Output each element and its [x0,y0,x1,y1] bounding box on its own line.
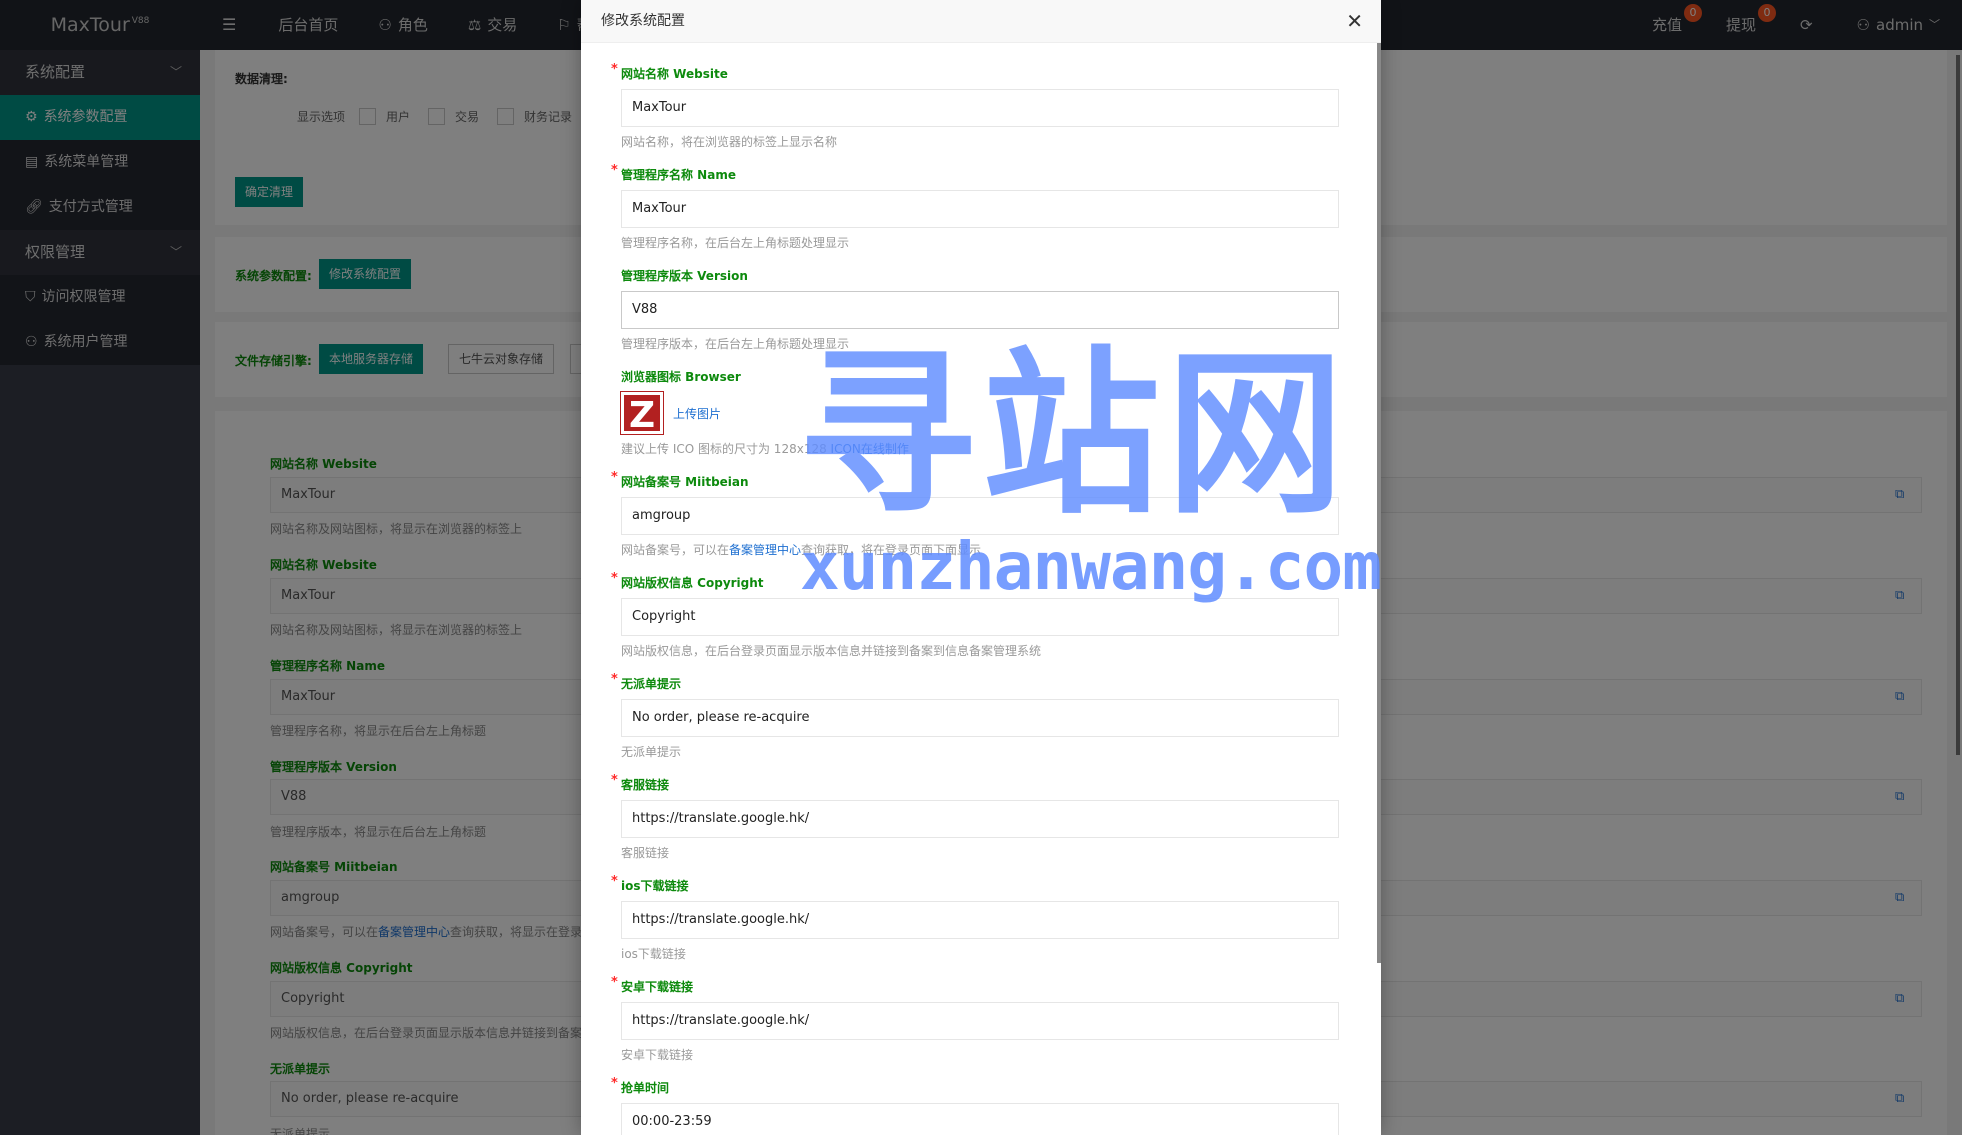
website-input[interactable]: MaxTour [621,89,1339,127]
required-mark: * [611,874,618,889]
android-link-input[interactable]: https://translate.google.hk/ [621,1002,1339,1040]
field-label: * 抢单时间 [611,1076,670,1095]
form-field-no-order: * 无派单提示 No order, please re-acquire 无派单提示 [611,672,1339,760]
edit-config-modal: 修改系统配置 ✕ * 网站名称 Website MaxTour 网站名称，将在浏览… [581,0,1381,1135]
form-field-browser-icon: 浏览器图标 Browser Z 上传图片 建议上传 ICO 图标的尺寸为 128… [620,369,1339,457]
field-help: 客服链接 [621,846,670,860]
form-field-ios-link: * ios下载链接 https://translate.google.hk/ io… [611,874,1339,962]
grab-time-input[interactable]: 00:00-23:59 [621,1103,1339,1135]
field-label: * 管理程序名称 Name [611,163,736,182]
field-help: 管理程序名称，在后台左上角标题处理显示 [621,236,850,250]
required-mark: * [611,1076,618,1091]
field-help: 管理程序版本，在后台左上角标题处理显示 [621,337,850,351]
beian-link[interactable]: 备案管理中心 [729,543,801,557]
service-link-input[interactable]: https://translate.google.hk/ [621,800,1339,838]
app-version-input[interactable]: V88 [621,291,1339,329]
field-label: * 客服链接 [611,773,670,792]
modal-title: 修改系统配置 [601,13,685,29]
form-field-version: 管理程序版本 Version V88 管理程序版本，在后台左上角标题处理显示 [621,268,1339,352]
modal-header: 修改系统配置 ✕ [581,0,1381,43]
field-help: 无派单提示 [621,745,682,759]
field-help: 建议上传 ICO 图标的尺寸为 128x128 ICON在线制作 [621,442,909,456]
icon-maker-link[interactable]: ICON在线制作 [831,442,909,456]
app-name-input[interactable]: MaxTour [621,190,1339,228]
upload-image-link[interactable]: 上传图片 [673,405,721,422]
field-label: 浏览器图标 Browser [621,370,741,384]
field-label: 管理程序版本 Version [621,269,748,283]
copyright-input[interactable]: Copyright [621,598,1339,636]
form-field-website: * 网站名称 Website MaxTour 网站名称，将在浏览器的标签上显示名称 [611,62,1339,150]
close-icon[interactable]: ✕ [1346,0,1363,43]
field-label: * 网站备案号 Miitbeian [611,470,749,489]
field-help: ios下载链接 [621,947,686,961]
required-mark: * [611,773,618,788]
field-label: * 安卓下载链接 [611,975,694,994]
miitbeian-input[interactable]: amgroup [621,497,1339,535]
form-field-service-link: * 客服链接 https://translate.google.hk/ 客服链接 [611,773,1339,861]
required-mark: * [611,470,618,485]
field-help: 网站版权信息，在后台登录页面显示版本信息并链接到备案到信息备案管理系统 [621,644,1042,658]
ios-link-input[interactable]: https://translate.google.hk/ [621,901,1339,939]
field-help: 安卓下载链接 [621,1048,694,1062]
field-label: * 网站名称 Website [611,62,728,81]
form-field-copyright: * 网站版权信息 Copyright Copyright 网站版权信息，在后台登录… [611,571,1339,659]
field-label: * 网站版权信息 Copyright [611,571,764,590]
required-mark: * [611,571,618,586]
form-field-miitbeian: * 网站备案号 Miitbeian amgroup 网站备案号，可以在备案管理中心… [611,470,1339,558]
required-mark: * [611,672,618,687]
form-field-grab-time: * 抢单时间 00:00-23:59 [611,1076,1339,1135]
required-mark: * [611,975,618,990]
required-mark: * [611,163,618,178]
field-help: 网站名称，将在浏览器的标签上显示名称 [621,135,838,149]
required-mark: * [611,62,618,77]
form-field-android-link: * 安卓下载链接 https://translate.google.hk/ 安卓下… [611,975,1339,1063]
field-label: * 无派单提示 [611,672,682,691]
favicon-preview[interactable]: Z [620,391,664,436]
field-help: 网站备案号，可以在备案管理中心查询获取，将在登录页面下面显示 [621,543,982,557]
form-field-name: * 管理程序名称 Name MaxTour 管理程序名称，在后台左上角标题处理显示 [611,163,1339,251]
modal-body: * 网站名称 Website MaxTour 网站名称，将在浏览器的标签上显示名称… [581,43,1381,1135]
no-order-input[interactable]: No order, please re-acquire [621,699,1339,737]
field-label: * ios下载链接 [611,874,689,893]
modal-scrollbar[interactable] [1377,43,1381,963]
